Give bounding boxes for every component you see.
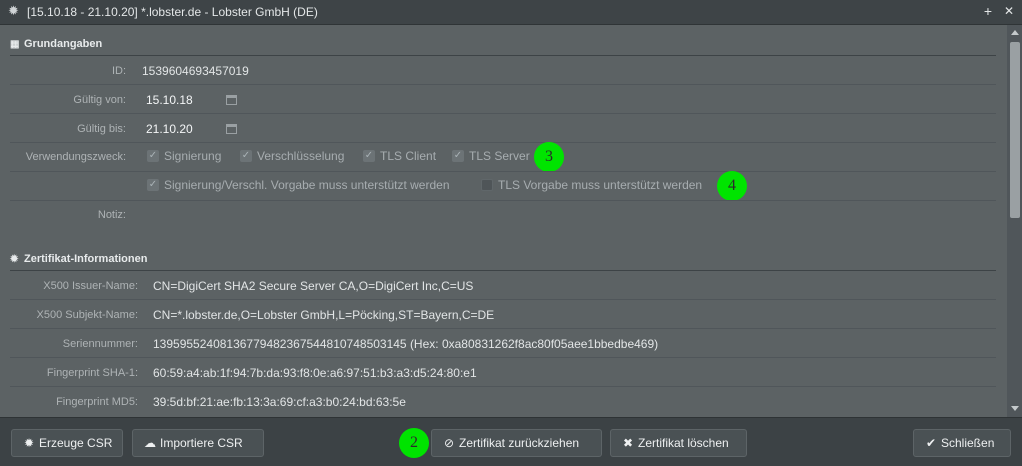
close-icon: ✖ <box>622 436 634 450</box>
divider <box>10 270 996 271</box>
checkbox-label: TLS Vorgabe muss unterstützt werden <box>498 178 703 192</box>
divider <box>10 171 996 172</box>
checkbox-label: TLS Server <box>469 149 530 163</box>
gueltig-bis-field[interactable]: 21.10.20 <box>146 122 193 136</box>
issuer-name-value: CN=DigiCert SHA2 Secure Server CA,O=Digi… <box>153 279 474 293</box>
divider <box>10 142 996 143</box>
scroll-down-icon[interactable] <box>1011 406 1019 411</box>
annotation-marker: 3 <box>534 142 564 172</box>
checkbox-signierung[interactable]: ✓ <box>147 150 159 162</box>
checkbox-label: TLS Client <box>380 149 437 163</box>
zertifikat-zurueckziehen-button[interactable]: ⊘ Zertifikat zurückziehen <box>431 429 602 457</box>
close-icon[interactable]: ✕ <box>1001 2 1017 20</box>
checkbox-label: Signierung/Verschl. Vorgabe muss unterst… <box>164 178 450 192</box>
button-label: Schließen <box>941 436 995 450</box>
verwendungszweck-label: Verwendungszweck: <box>25 151 126 163</box>
checkbox-label: Signierung <box>164 149 222 163</box>
erzeuge-csr-button[interactable]: ✹ Erzeuge CSR <box>11 429 123 457</box>
dialog-footer: ✹ Erzeuge CSR ☁ Importiere CSR 2 ⊘ Zertifik… <box>0 417 1022 466</box>
cloud-upload-icon: ☁ <box>144 436 156 450</box>
divider <box>10 200 996 201</box>
window-title: [15.10.18 - 21.10.20] *.lobster.de - Lob… <box>27 5 318 19</box>
calendar-icon[interactable] <box>226 124 237 134</box>
section-zertifikat-informationen: ✹ Zertifikat-Informationen <box>10 253 147 265</box>
section-grundangaben: ▦ Grundangaben <box>10 38 102 50</box>
check-icon: ✔ <box>925 436 937 450</box>
divider <box>10 55 996 56</box>
fingerprint-md5-value: 39:5d:bf:21:ae:fb:13:3a:69:cf:a3:b0:24:b… <box>153 395 406 409</box>
calendar-icon: ▦ <box>10 39 20 50</box>
add-icon[interactable]: + <box>980 2 996 20</box>
window-titlebar: ✹ [15.10.18 - 21.10.20] *.lobster.de - L… <box>0 0 1022 25</box>
checkbox-tls-client[interactable]: ✓ <box>363 150 375 162</box>
subject-name-label: X500 Subjekt-Name: <box>36 309 139 321</box>
gear-icon: ✹ <box>8 3 19 18</box>
checkbox-label: Verschlüsselung <box>257 149 345 163</box>
notiz-label: Notiz: <box>97 209 126 221</box>
vertical-scrollbar[interactable] <box>1007 25 1022 417</box>
section-title: Zertifikat-Informationen <box>24 253 148 265</box>
checkbox-signierung-vorgabe[interactable]: ✓ <box>147 179 159 191</box>
button-label: Importiere CSR <box>160 436 243 450</box>
gueltig-von-field[interactable]: 15.10.18 <box>146 93 193 107</box>
divider <box>10 113 996 114</box>
fingerprint-sha1-label: Fingerprint SHA-1: <box>46 367 138 379</box>
seriennummer-value: 13959552408136779482367544810748503145 (… <box>153 337 659 351</box>
annotation-marker: 4 <box>717 171 747 201</box>
subject-name-value: CN=*.lobster.de,O=Lobster GmbH,L=Pöcking… <box>153 308 495 322</box>
importiere-csr-button[interactable]: ☁ Importiere CSR <box>132 429 264 457</box>
gueltig-von-label: Gültig von: <box>73 94 126 106</box>
id-label: ID: <box>111 65 126 77</box>
checkbox-verschluesselung[interactable]: ✓ <box>240 150 252 162</box>
fingerprint-md5-label: Fingerprint MD5: <box>56 396 138 408</box>
seriennummer-label: Seriennummer: <box>62 338 138 350</box>
divider <box>10 386 996 387</box>
gear-icon: ✹ <box>10 254 19 265</box>
button-label: Zertifikat löschen <box>638 436 729 450</box>
button-label: Zertifikat zurückziehen <box>459 436 580 450</box>
divider <box>10 357 996 358</box>
button-label: Erzeuge CSR <box>39 436 113 450</box>
annotation-marker: 2 <box>399 428 429 458</box>
id-value: 1539604693457019 <box>142 64 249 78</box>
ban-icon: ⊘ <box>443 436 455 450</box>
zertifikat-loeschen-button[interactable]: ✖ Zertifikat löschen <box>610 429 747 457</box>
checkbox-tls-server[interactable]: ✓ <box>452 150 464 162</box>
checkbox-tls-vorgabe[interactable] <box>481 179 493 191</box>
section-title: Grundangaben <box>24 38 103 50</box>
fingerprint-sha1-value: 60:59:a4:ab:1f:94:7b:da:93:f8:0e:a6:97:5… <box>153 366 477 380</box>
gear-icon: ✹ <box>23 436 35 450</box>
divider <box>10 328 996 329</box>
divider <box>10 299 996 300</box>
scrollbar-thumb[interactable] <box>1010 42 1020 218</box>
issuer-name-label: X500 Issuer-Name: <box>43 280 138 292</box>
divider <box>10 84 996 85</box>
scroll-up-icon[interactable] <box>1011 30 1019 35</box>
dialog-content: ▦ Grundangaben ID: 1539604693457019 Gülti… <box>0 25 1006 417</box>
schliessen-button[interactable]: ✔ Schließen <box>913 429 1011 457</box>
calendar-icon[interactable] <box>226 95 237 105</box>
gueltig-bis-label: Gültig bis: <box>77 123 126 135</box>
